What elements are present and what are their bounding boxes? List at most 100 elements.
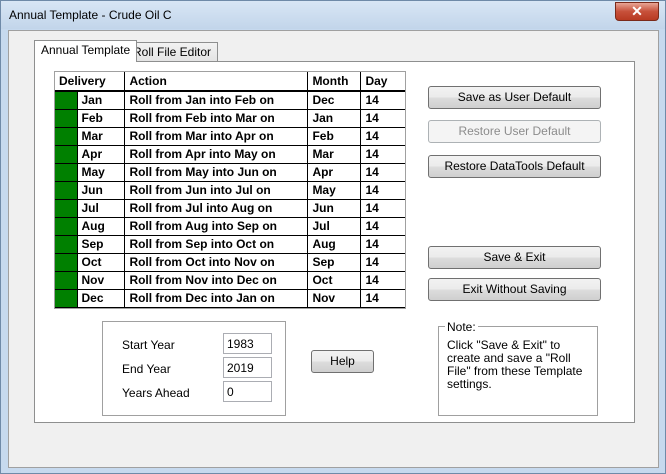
cell-month[interactable]: Jun xyxy=(307,199,362,218)
row-color-swatch[interactable] xyxy=(55,109,78,128)
cell-action[interactable]: Roll from Jun into Jul on xyxy=(124,181,309,200)
cell-action[interactable]: Roll from Apr into May on xyxy=(124,145,309,164)
note-group: Note: Click "Save & Exit" to create and … xyxy=(438,320,598,416)
cell-day[interactable]: 14 xyxy=(360,217,405,236)
start-year-input[interactable] xyxy=(223,333,272,354)
cell-action[interactable]: Roll from Feb into Mar on xyxy=(124,109,309,128)
table-row[interactable]: Apr Roll from Apr into May on Mar 14 xyxy=(55,145,405,164)
annual-template-panel: Delivery Action Month Day Jan Roll from J… xyxy=(34,61,635,423)
years-ahead-label: Years Ahead xyxy=(122,386,190,400)
cell-delivery[interactable]: Jun xyxy=(77,181,126,200)
header-month[interactable]: Month xyxy=(307,72,362,92)
header-delivery[interactable]: Delivery xyxy=(55,72,126,92)
cell-delivery[interactable]: Apr xyxy=(77,145,126,164)
save-exit-button[interactable]: Save & Exit xyxy=(428,246,601,269)
roll-schedule-grid: Delivery Action Month Day Jan Roll from J… xyxy=(54,71,406,309)
row-color-swatch[interactable] xyxy=(55,289,78,308)
cell-action[interactable]: Roll from Dec into Jan on xyxy=(124,289,309,308)
cell-day[interactable]: 14 xyxy=(360,181,405,200)
row-color-swatch[interactable] xyxy=(55,145,78,164)
table-row[interactable]: Mar Roll from Mar into Apr on Feb 14 xyxy=(55,127,405,146)
cell-delivery[interactable]: May xyxy=(77,163,126,182)
end-year-input[interactable] xyxy=(223,357,272,378)
cell-month[interactable]: Sep xyxy=(307,253,362,272)
cell-action[interactable]: Roll from Sep into Oct on xyxy=(124,235,309,254)
cell-day[interactable]: 14 xyxy=(360,109,405,128)
client-area: Annual Template Roll File Editor Deliver… xyxy=(8,30,659,468)
table-row[interactable]: May Roll from May into Jun on Apr 14 xyxy=(55,163,405,182)
row-color-swatch[interactable] xyxy=(55,127,78,146)
cell-month[interactable]: Dec xyxy=(307,91,362,110)
table-row[interactable]: Sep Roll from Sep into Oct on Aug 14 xyxy=(55,235,405,254)
cell-delivery[interactable]: Jul xyxy=(77,199,126,218)
cell-month[interactable]: Jul xyxy=(307,217,362,236)
exit-without-saving-button[interactable]: Exit Without Saving xyxy=(428,278,601,301)
table-row[interactable]: Dec Roll from Dec into Jan on Nov 14 xyxy=(55,289,405,308)
cell-action[interactable]: Roll from Jul into Aug on xyxy=(124,199,309,218)
cell-month[interactable]: Oct xyxy=(307,271,362,290)
cell-day[interactable]: 14 xyxy=(360,253,405,272)
years-ahead-input[interactable] xyxy=(223,381,272,402)
cell-day[interactable]: 14 xyxy=(360,163,405,182)
cell-action[interactable]: Roll from Nov into Dec on xyxy=(124,271,309,290)
cell-delivery[interactable]: Oct xyxy=(77,253,126,272)
window-title: Annual Template - Crude Oil C xyxy=(9,8,172,22)
cell-day[interactable]: 14 xyxy=(360,289,405,308)
cell-day[interactable]: 14 xyxy=(360,271,405,290)
close-button[interactable]: ✕ xyxy=(615,2,659,21)
header-day[interactable]: Day xyxy=(360,72,405,92)
cell-month[interactable]: Apr xyxy=(307,163,362,182)
header-action[interactable]: Action xyxy=(124,72,309,92)
cell-action[interactable]: Roll from May into Jun on xyxy=(124,163,309,182)
row-color-swatch[interactable] xyxy=(55,199,78,218)
cell-delivery[interactable]: Jan xyxy=(77,91,126,110)
row-color-swatch[interactable] xyxy=(55,163,78,182)
cell-delivery[interactable]: Feb xyxy=(77,109,126,128)
cell-day[interactable]: 14 xyxy=(360,145,405,164)
table-row[interactable]: Jul Roll from Jul into Aug on Jun 14 xyxy=(55,199,405,218)
cell-action[interactable]: Roll from Jan into Feb on xyxy=(124,91,309,110)
cell-delivery[interactable]: Nov xyxy=(77,271,126,290)
cell-action[interactable]: Roll from Mar into Apr on xyxy=(124,127,309,146)
cell-day[interactable]: 14 xyxy=(360,199,405,218)
title-bar[interactable]: Annual Template - Crude Oil C ✕ xyxy=(1,1,665,29)
cell-delivery[interactable]: Dec xyxy=(77,289,126,308)
restore-user-default-button[interactable]: Restore User Default xyxy=(428,120,601,143)
row-color-swatch[interactable] xyxy=(55,91,78,110)
cell-day[interactable]: 14 xyxy=(360,91,405,110)
table-row[interactable]: Jun Roll from Jun into Jul on May 14 xyxy=(55,181,405,200)
cell-day[interactable]: 14 xyxy=(360,235,405,254)
row-color-swatch[interactable] xyxy=(55,181,78,200)
cell-delivery[interactable]: Sep xyxy=(77,235,126,254)
close-icon: ✕ xyxy=(631,3,643,19)
tab-annual-template[interactable]: Annual Template xyxy=(34,40,138,62)
cell-month[interactable]: May xyxy=(307,181,362,200)
row-color-swatch[interactable] xyxy=(55,217,78,236)
cell-month[interactable]: Jan xyxy=(307,109,362,128)
row-color-swatch[interactable] xyxy=(55,235,78,254)
cell-month[interactable]: Aug xyxy=(307,235,362,254)
end-year-label: End Year xyxy=(122,362,171,376)
cell-month[interactable]: Mar xyxy=(307,145,362,164)
start-year-label: Start Year xyxy=(122,338,175,352)
table-row[interactable]: Feb Roll from Feb into Mar on Jan 14 xyxy=(55,109,405,128)
row-color-swatch[interactable] xyxy=(55,253,78,272)
table-row[interactable]: Oct Roll from Oct into Nov on Sep 14 xyxy=(55,253,405,272)
row-color-swatch[interactable] xyxy=(55,271,78,290)
cell-month[interactable]: Feb xyxy=(307,127,362,146)
cell-delivery[interactable]: Aug xyxy=(77,217,126,236)
note-legend: Note: xyxy=(445,320,478,334)
table-row[interactable]: Nov Roll from Nov into Dec on Oct 14 xyxy=(55,271,405,290)
tab-roll-file-editor[interactable]: Roll File Editor xyxy=(126,42,219,62)
table-row[interactable]: Aug Roll from Aug into Sep on Jul 14 xyxy=(55,217,405,236)
save-user-default-button[interactable]: Save as User Default xyxy=(428,86,601,109)
table-row[interactable]: Jan Roll from Jan into Feb on Dec 14 xyxy=(55,91,405,110)
restore-datatools-default-button[interactable]: Restore DataTools Default xyxy=(428,155,601,178)
cell-delivery[interactable]: Mar xyxy=(77,127,126,146)
cell-action[interactable]: Roll from Aug into Sep on xyxy=(124,217,309,236)
cell-day[interactable]: 14 xyxy=(360,127,405,146)
app-window: Annual Template - Crude Oil C ✕ Annual T… xyxy=(0,0,666,474)
cell-month[interactable]: Nov xyxy=(307,289,362,308)
cell-action[interactable]: Roll from Oct into Nov on xyxy=(124,253,309,272)
help-button[interactable]: Help xyxy=(311,350,374,373)
